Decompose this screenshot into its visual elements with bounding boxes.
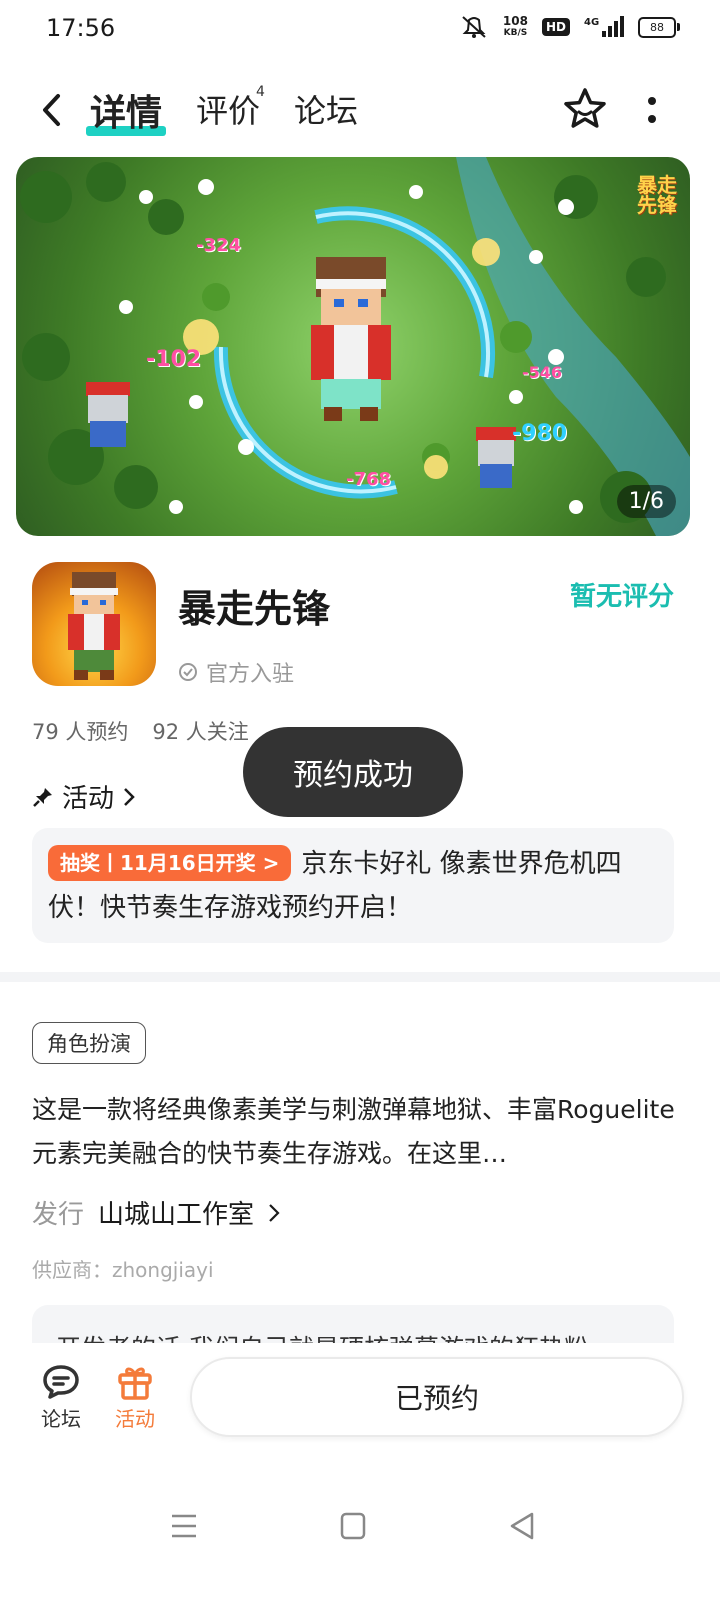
app-stats: 79 人预约 92 人关注 xyxy=(32,716,249,746)
damage-number: -980 xyxy=(512,421,568,446)
signal-icon: 4G xyxy=(584,16,624,37)
game-description[interactable]: 这是一款将经典像素美学与刺激弹幕地狱、丰富Roguelite元素完美融合的快节奏… xyxy=(32,1088,682,1176)
publisher-name: 山城山工作室 xyxy=(98,1200,255,1230)
activity-button[interactable]: 活动 xyxy=(100,1363,170,1432)
genre-tag[interactable]: 角色扮演 xyxy=(32,1022,146,1064)
activity-content: 抽奖丨11月16日开奖 > 京东卡好礼 像素世界危机四伏！快节奏生存游戏预约开启！ xyxy=(48,842,638,930)
battery-tip xyxy=(677,23,680,31)
status-bar: 17:56 108 KB/S HD 4G 88 xyxy=(0,0,720,62)
back-arrow-icon xyxy=(43,94,60,126)
activity-label: 活动 xyxy=(115,1407,155,1431)
reviews-count-badge: 4 xyxy=(256,84,265,100)
developer-note-card[interactable]: 开发者的话 我们自己就是硬核弹幕游戏的狂热粉 xyxy=(32,1305,674,1343)
status-icons: 108 KB/S HD 4G 88 xyxy=(459,14,680,40)
logo-line: 先锋 xyxy=(637,193,677,217)
battery-level: 88 xyxy=(638,16,676,38)
gift-icon xyxy=(118,1367,152,1400)
pin-icon xyxy=(33,787,52,807)
carousel-page-indicator: 1/6 xyxy=(616,485,676,518)
official-verified: 官方入驻 xyxy=(178,656,294,688)
app-name: 暴走先锋 xyxy=(178,587,331,631)
developer-note-text: 开发者的话 我们自己就是硬核弹幕游戏的狂热粉 xyxy=(56,1329,589,1343)
chevron-right-icon xyxy=(124,787,135,806)
mute-icon xyxy=(462,16,486,38)
svg-text:4G: 4G xyxy=(584,17,599,28)
lottery-badge[interactable]: 抽奖丨11月16日开奖 > xyxy=(48,845,292,881)
damage-number: -768 xyxy=(346,469,392,490)
game-logo: 暴走 先锋 xyxy=(634,175,680,215)
reserved-button[interactable]: 已预约 xyxy=(190,1357,684,1437)
hd-icon: HD xyxy=(541,18,570,36)
status-time: 17:56 xyxy=(46,14,116,42)
reservation-count: 79 人预约 xyxy=(32,720,129,744)
network-speed: 108 KB/S xyxy=(503,15,528,39)
activity-section-header[interactable]: 活动 xyxy=(32,778,136,815)
activity-card[interactable]: 抽奖丨11月16日开奖 > 京东卡好礼 像素世界危机四伏！快节奏生存游戏预约开启！ xyxy=(32,828,674,943)
net-speed-value: 108 xyxy=(502,14,528,28)
activity-title: 活动 xyxy=(62,784,115,814)
more-dot-icon xyxy=(648,97,656,105)
bottom-action-bar: 论坛 活动 已预约 xyxy=(0,1343,720,1453)
tab-reviews[interactable]: 评价 xyxy=(196,86,260,132)
back-triangle-icon[interactable] xyxy=(502,1508,542,1544)
toast-message: 预约成功 xyxy=(243,727,463,817)
net-speed-unit: KB/S xyxy=(503,28,528,38)
damage-number: -102 xyxy=(146,347,202,372)
top-nav: 详情 评价 4 论坛 xyxy=(0,70,720,150)
damage-number: -546 xyxy=(522,363,563,382)
chevron-right-icon xyxy=(269,1203,280,1222)
system-nav-bar xyxy=(0,1490,720,1560)
app-icon-art xyxy=(68,572,120,680)
battery-icon: 88 xyxy=(638,16,680,38)
menu-icon[interactable] xyxy=(164,1508,204,1544)
publisher-row[interactable]: 发行 山城山工作室 xyxy=(32,1194,280,1231)
official-label: 官方入驻 xyxy=(206,662,295,687)
verified-check-icon xyxy=(179,663,197,681)
forum-chat-icon xyxy=(43,1365,79,1399)
tab-forum[interactable]: 论坛 xyxy=(294,86,358,132)
star-icon xyxy=(564,88,606,128)
app-icon xyxy=(32,562,156,686)
publisher-label: 发行 xyxy=(32,1200,85,1230)
back-button[interactable] xyxy=(30,88,74,132)
forum-button[interactable]: 论坛 xyxy=(26,1363,96,1432)
supplier-info: 供应商：zhongjiayi xyxy=(32,1258,214,1282)
logo-line: 暴走 xyxy=(637,173,677,197)
rating-text: 暂无评分 xyxy=(569,582,674,612)
favorite-button[interactable] xyxy=(562,86,608,132)
forum-label: 论坛 xyxy=(41,1407,81,1431)
tab-details[interactable]: 详情 xyxy=(90,84,162,136)
follower-count: 92 人关注 xyxy=(152,720,249,744)
screenshot-carousel[interactable]: -324 -102 -546 -980 -768 暴走 先锋 1/6 xyxy=(16,157,690,536)
damage-number: -324 xyxy=(196,235,242,256)
more-dot-icon xyxy=(648,115,656,123)
home-icon[interactable] xyxy=(333,1508,373,1544)
more-options-button[interactable] xyxy=(640,92,664,128)
section-divider xyxy=(0,972,720,982)
